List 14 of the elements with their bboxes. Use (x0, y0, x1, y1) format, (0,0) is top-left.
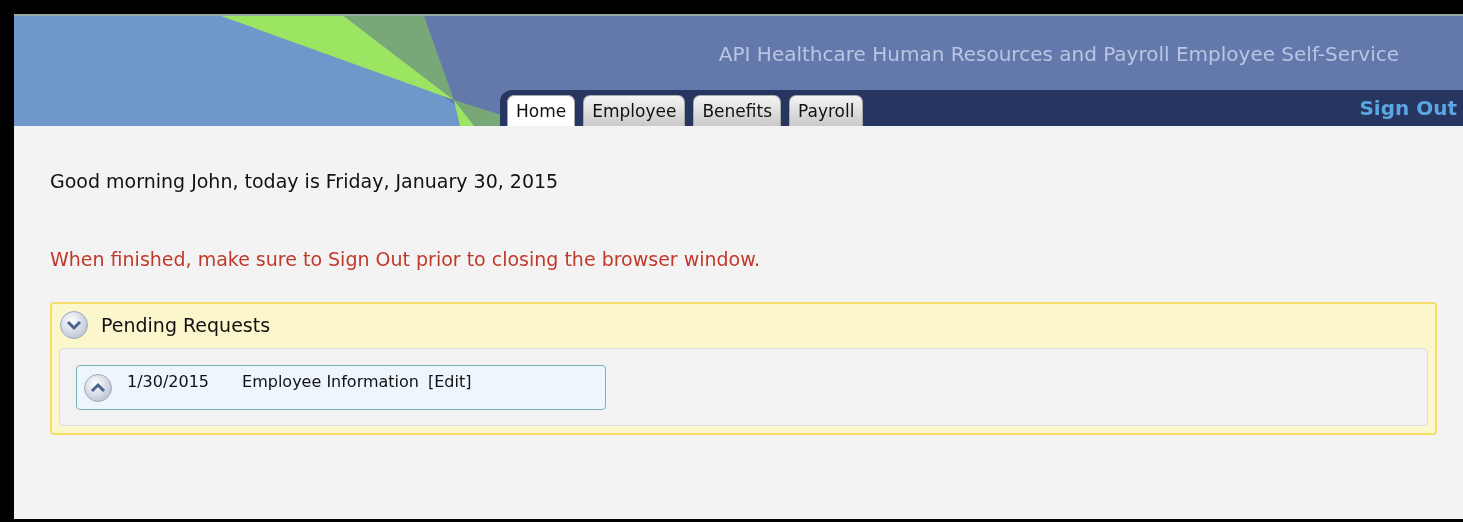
request-description: Employee Information (242, 371, 419, 393)
nav-tab[interactable]: Employee (583, 95, 686, 126)
chevron-up-icon[interactable] (83, 373, 113, 403)
sign-out-link[interactable]: Sign Out (1359, 96, 1457, 120)
nav-tab[interactable]: Payroll (789, 95, 864, 126)
nav-tab[interactable]: Home (507, 95, 576, 126)
nav-tab[interactable]: Benefits (693, 95, 781, 126)
edit-link[interactable]: [Edit] (428, 371, 472, 393)
request-date: 1/30/2015 (127, 371, 210, 393)
panel-title: Pending Requests (101, 314, 271, 336)
chevron-down-icon[interactable] (59, 310, 89, 340)
warning-text: When finished, make sure to Sign Out prior to closing the browser window. (50, 248, 762, 270)
greeting-text: Good morning John, today is Friday, January 30, 2015 (50, 170, 560, 192)
app-title: API Healthcare Human Resources and Payroll Employee Self-Service (718, 42, 1399, 66)
